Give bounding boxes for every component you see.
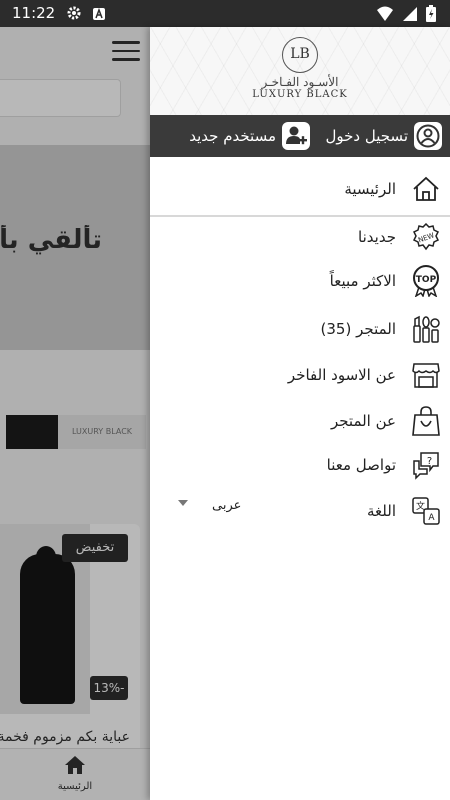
menu-item-new[interactable]: NEW جديدنا [150, 215, 450, 259]
menu-item-store[interactable]: المتجر (35) [150, 307, 450, 351]
menu-item-about-store[interactable]: عن المتجر [150, 399, 450, 443]
logo-english-text: LUXURY BLACK [252, 89, 348, 100]
menu-label-language: اللغة [367, 502, 396, 520]
menu-item-bestsellers[interactable]: TOP الاكثر مبيعاً [150, 259, 450, 303]
svg-text:TOP: TOP [416, 275, 437, 285]
menu-label-about-brand: عن الاسود الفاخر [287, 366, 396, 384]
menu-label-about-store: عن المتجر [330, 412, 396, 430]
new-badge-icon: NEW [410, 221, 442, 253]
menu-item-home[interactable]: الرئيسية [150, 167, 450, 211]
login-label: تسجيل دخول [325, 127, 409, 145]
menu-label-home: الرئيسية [344, 180, 396, 198]
user-avatar-icon [414, 122, 442, 150]
menu-item-contact[interactable]: ? تواصل معنا [150, 443, 450, 487]
register-button[interactable]: مستخدم جديد [189, 121, 310, 151]
register-label: مستخدم جديد [189, 127, 276, 145]
status-bar: 11:22 [0, 0, 450, 27]
top-badge-icon: TOP [410, 265, 442, 297]
svg-text:?: ? [427, 456, 432, 467]
navigation-drawer: LB الأسـود الفـاخـر LUXURY BLACK تسجيل د… [150, 27, 450, 800]
notification-a-icon [92, 6, 106, 25]
language-selected-value[interactable]: عربى [212, 498, 241, 513]
menu-label-new: جديدنا [358, 228, 396, 246]
translate-icon: 文A [410, 495, 442, 527]
login-button[interactable]: تسجيل دخول [325, 121, 442, 151]
shopping-bag-icon [410, 405, 442, 437]
menu-label-contact: تواصل معنا [326, 456, 396, 474]
settings-gear-icon [66, 5, 82, 25]
brand-logo: LB الأسـود الفـاخـر LUXURY BLACK [250, 37, 350, 100]
auth-bar: تسجيل دخول مستخدم جديد [150, 115, 450, 157]
drawer-header: LB الأسـود الفـاخـر LUXURY BLACK [150, 27, 450, 115]
svg-text:A: A [428, 513, 435, 523]
add-user-icon [282, 122, 310, 150]
menu-label-store: المتجر (35) [320, 320, 396, 338]
logo-arabic-text: الأسـود الفـاخـر [261, 75, 339, 89]
chevron-down-icon[interactable] [178, 500, 188, 506]
status-time: 11:22 [12, 4, 56, 22]
svg-text:文: 文 [416, 500, 425, 512]
battery-icon [426, 5, 436, 26]
signal-icon [402, 6, 418, 26]
menu-label-bestsellers: الاكثر مبيعاً [329, 272, 396, 290]
chat-icon: ? [410, 449, 442, 481]
storefront-icon [410, 359, 442, 391]
logo-monogram: LB [282, 37, 318, 73]
svg-text:NEW: NEW [417, 231, 435, 244]
cosmetics-icon [410, 313, 442, 345]
wifi-icon [376, 6, 394, 26]
menu-item-language[interactable]: 文A اللغة [150, 489, 450, 533]
menu-item-about-brand[interactable]: عن الاسود الفاخر [150, 353, 450, 397]
home-icon [410, 173, 442, 205]
